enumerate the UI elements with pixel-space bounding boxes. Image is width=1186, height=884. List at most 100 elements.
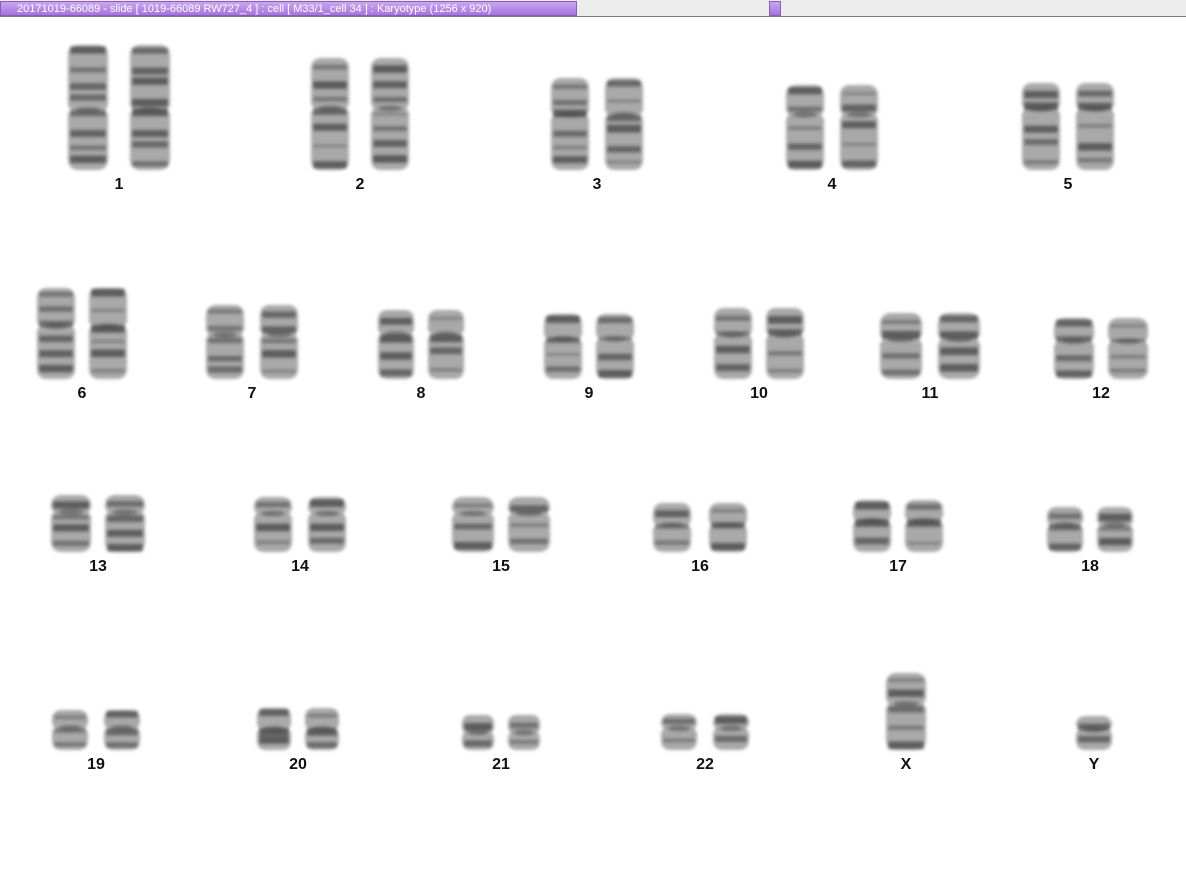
chromosome-pair-x[interactable] xyxy=(886,673,926,750)
chromosome-pair-22[interactable] xyxy=(661,714,749,750)
centromere xyxy=(1082,726,1106,733)
chromosome-band xyxy=(510,722,538,729)
centromere xyxy=(515,510,543,517)
chromosome-band xyxy=(132,47,168,54)
chromosome-band xyxy=(380,317,412,326)
chromosome-pair-9[interactable] xyxy=(544,314,634,379)
centromere xyxy=(311,726,333,732)
splitter-handle[interactable] xyxy=(769,1,781,16)
chromosome-pair-20[interactable] xyxy=(257,708,339,750)
chromosome-label-1: 1 xyxy=(114,176,124,193)
centromere xyxy=(95,323,121,330)
chromosome-label-22: 22 xyxy=(696,756,714,773)
chromosome-pair-y[interactable] xyxy=(1076,716,1112,750)
chromosome-pair-12[interactable] xyxy=(1054,318,1148,379)
chromosome-band xyxy=(888,678,924,683)
chromosome-pair-11[interactable] xyxy=(880,313,980,379)
chromosome-pair-16[interactable] xyxy=(653,503,747,552)
chromosome-band xyxy=(1078,90,1112,97)
chromosome-pair-5[interactable] xyxy=(1022,83,1114,170)
chromosome-band xyxy=(711,542,745,551)
chromosome-pair-19[interactable] xyxy=(52,710,140,750)
chromosome-pair-8[interactable] xyxy=(378,310,464,379)
chromosome-band xyxy=(373,139,407,148)
chromosome-label-8: 8 xyxy=(416,385,426,402)
chromosome-band xyxy=(882,319,920,325)
chromosome-band xyxy=(54,715,86,720)
chromatid xyxy=(1108,318,1148,379)
chromosome-label-2: 2 xyxy=(355,176,365,193)
chromosome-band xyxy=(663,738,695,743)
chromatid xyxy=(254,497,292,552)
chromosome-pair-1[interactable] xyxy=(68,45,170,170)
chromatid-body xyxy=(605,78,643,170)
window-title-tab[interactable]: 20171019-66089 - slide [ 1019-66089 RW72… xyxy=(0,1,577,16)
chromosome-band xyxy=(262,349,296,358)
chromosome-band xyxy=(132,141,168,148)
chromosome-pair-17[interactable] xyxy=(853,500,943,552)
chromosome-label-20: 20 xyxy=(289,756,307,773)
chromosome-band xyxy=(1049,543,1081,551)
chromosome-band xyxy=(373,96,407,103)
centromere xyxy=(317,105,343,112)
centromere xyxy=(719,725,743,732)
chromatid xyxy=(257,708,291,750)
chromatid xyxy=(130,45,170,170)
chromosome-pair-21[interactable] xyxy=(462,715,540,750)
chromosome-pair-2[interactable] xyxy=(311,58,409,170)
chromosome-band xyxy=(842,121,876,129)
chromosome-band xyxy=(711,508,745,513)
chromosome-band xyxy=(1078,142,1112,151)
chromatid xyxy=(786,85,824,170)
chromosome-band xyxy=(1056,370,1092,378)
chromatid xyxy=(544,314,582,379)
karyogram: 1 2 3 4 5 6 7 8 9 10 11 12 13 14 15 16 17 18 19 20 21 22 X Y xyxy=(0,18,1186,879)
centromere xyxy=(667,725,691,732)
chromosome-pair-13[interactable] xyxy=(51,495,145,552)
centromere xyxy=(720,331,746,338)
chromosome-band xyxy=(607,145,641,153)
chromosome-band xyxy=(553,130,587,137)
chromosome-pair-18[interactable] xyxy=(1047,507,1133,552)
chromosome-band xyxy=(380,369,412,377)
chromatid xyxy=(709,503,747,552)
chromosome-band xyxy=(132,67,168,75)
chromatid xyxy=(1076,83,1114,170)
chromosome-band xyxy=(940,315,978,323)
chromosome-band xyxy=(91,339,125,344)
chromosome-pair-14[interactable] xyxy=(254,497,346,552)
chromosome-band xyxy=(54,742,86,747)
karyogram-canvas xyxy=(37,45,1148,750)
chromosome-band xyxy=(310,537,344,544)
chromatid xyxy=(68,45,108,170)
chromosome-band xyxy=(262,311,296,319)
chromosome-pair-4[interactable] xyxy=(786,85,878,170)
chromosome-band xyxy=(553,84,587,90)
chromosome-band xyxy=(70,82,106,90)
chromosome-pair-7[interactable] xyxy=(206,305,298,379)
chromosome-band xyxy=(53,524,89,532)
chromatid xyxy=(653,503,691,552)
chromosome-band xyxy=(262,338,296,344)
chromosome-band xyxy=(553,145,587,150)
chromosome-pair-3[interactable] xyxy=(551,78,643,170)
chromosome-band xyxy=(313,80,347,89)
chromosome-band xyxy=(70,46,106,54)
chromosome-band xyxy=(940,363,978,372)
chromosome-band xyxy=(70,67,106,73)
chromatid xyxy=(452,497,494,552)
chromosome-label-21: 21 xyxy=(492,756,510,773)
chromosome-band xyxy=(768,351,802,356)
chromosome-band xyxy=(655,510,689,518)
chromatid xyxy=(428,310,464,379)
chromosome-label-11: 11 xyxy=(921,385,939,402)
chromosome-band xyxy=(464,740,492,747)
chromosome-label-5: 5 xyxy=(1063,176,1073,193)
chromosome-pair-10[interactable] xyxy=(714,308,804,379)
chromosome-pair-15[interactable] xyxy=(452,497,550,552)
centromere xyxy=(110,725,134,731)
chromatid-body xyxy=(596,314,634,379)
chromosome-pair-6[interactable] xyxy=(37,288,127,379)
centromere xyxy=(893,700,919,707)
centromere xyxy=(859,517,885,524)
